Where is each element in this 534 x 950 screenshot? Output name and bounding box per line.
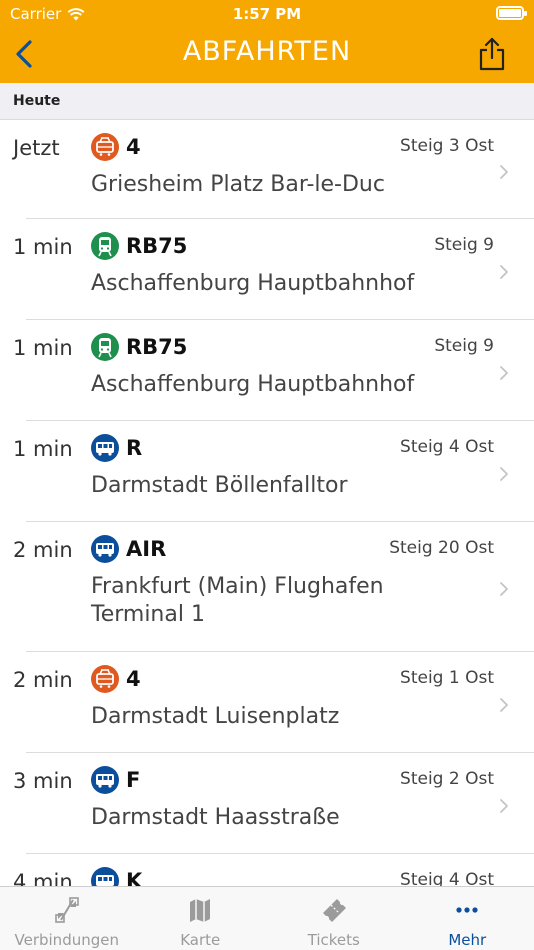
tab-tickets[interactable]: Tickets <box>267 887 401 950</box>
page-title: ABFAHRTEN <box>182 36 352 67</box>
tram-icon <box>91 133 119 161</box>
tram-icon <box>91 665 119 693</box>
platform-label: Steig 1 Ost <box>400 668 494 688</box>
platform-label: Steig 9 <box>434 235 494 255</box>
destination-label: Aschaffenburg Hauptbahnhof <box>91 271 415 296</box>
departure-row[interactable]: 1 min R Steig 4 Ost Darmstadt Böllenfalltor <box>0 421 534 522</box>
tab-verbindungen[interactable]: Verbindungen <box>0 887 134 950</box>
share-button[interactable] <box>478 36 506 72</box>
destination-label: Griesheim Platz Bar-le-Duc <box>91 172 385 197</box>
departure-row[interactable]: 1 min RB75 Steig 9 Aschaffenburg Hauptbahnh… <box>0 219 534 320</box>
chevron-right-icon <box>500 264 508 279</box>
platform-label: Steig 4 Ost <box>400 437 494 457</box>
line-name: K <box>126 869 143 886</box>
chevron-right-icon <box>500 466 508 481</box>
bus-icon <box>91 535 119 563</box>
status-time: 1:57 PM <box>232 5 302 23</box>
departure-time: 1 min <box>13 235 73 259</box>
chevron-right-icon <box>500 164 508 179</box>
ticket-icon <box>322 899 346 922</box>
line-info: F <box>91 766 140 794</box>
chevron-right-icon <box>500 582 508 596</box>
line-name: RB75 <box>126 335 188 359</box>
more-icon <box>456 907 478 913</box>
navigation-bar: Carrier 1:57 PM ABFAHRTEN <box>0 0 534 83</box>
tab-label: Mehr <box>448 931 487 949</box>
line-info: AIR <box>91 535 166 563</box>
tab-karte[interactable]: Karte <box>134 887 268 950</box>
departure-row[interactable]: Jetzt 4 Steig 3 Ost Griesheim Platz Bar-le-… <box>0 120 534 219</box>
line-name: AIR <box>126 537 167 561</box>
destination-label: Darmstadt Böllenfalltor <box>91 473 348 498</box>
bus-icon <box>91 434 119 462</box>
destination-label: Aschaffenburg Hauptbahnhof <box>91 372 415 397</box>
line-info: RB75 <box>91 232 187 260</box>
platform-label: Steig 20 Ost <box>389 538 494 558</box>
departure-row[interactable]: 1 min RB75 Steig 9 Aschaffenburg Hauptbahnh… <box>0 320 534 421</box>
departure-time: 2 min <box>13 538 73 562</box>
departure-row[interactable]: 3 min F Steig 2 Ost Darmstadt Haasstraße <box>0 753 534 854</box>
destination-label: Darmstadt Haasstraße <box>91 805 340 830</box>
platform-label: Steig 3 Ost <box>400 136 494 156</box>
line-info: K <box>91 867 142 886</box>
line-info: RB75 <box>91 333 187 361</box>
tab-label: Karte <box>180 931 221 949</box>
tab-label: Tickets <box>307 931 360 949</box>
departure-list: Jetzt 4 Steig 3 Ost Griesheim Platz Bar-le-… <box>0 120 534 886</box>
chevron-right-icon <box>500 697 508 712</box>
line-name: F <box>126 768 141 792</box>
connections-icon <box>54 897 79 923</box>
platform-label: Steig 9 <box>434 336 494 356</box>
departure-row[interactable]: 4 min K Steig 4 Ost <box>0 854 534 886</box>
bus-icon <box>91 867 119 886</box>
line-info: R <box>91 434 142 462</box>
tab-mehr[interactable]: Mehr <box>401 887 534 950</box>
platform-label: Steig 4 Ost <box>400 870 494 886</box>
departure-time: Jetzt <box>13 136 60 160</box>
tab-label: Verbindungen <box>14 931 119 949</box>
tab-bar: Verbindungen Karte Tickets Mehr <box>0 886 534 950</box>
line-info: 4 <box>91 665 141 693</box>
line-info: 4 <box>91 133 141 161</box>
map-icon <box>190 899 211 922</box>
train-icon <box>91 232 119 260</box>
departure-row[interactable]: 2 min 4 Steig 1 Ost Darmstadt Luisenplatz <box>0 652 534 753</box>
bus-icon <box>91 766 119 794</box>
status-bar: Carrier 1:57 PM <box>0 0 534 28</box>
train-icon <box>91 333 119 361</box>
destination-label: Frankfurt (Main) Flughafen Terminal 1 <box>91 574 384 627</box>
line-name: R <box>126 436 143 460</box>
departure-time: 3 min <box>13 769 73 793</box>
departure-time: 1 min <box>13 336 73 360</box>
section-header-today: Heute <box>0 83 534 120</box>
line-name: RB75 <box>126 234 188 258</box>
departure-time: 4 min <box>13 870 73 886</box>
battery-icon <box>496 6 527 20</box>
line-name: 4 <box>126 667 141 691</box>
departure-time: 2 min <box>13 668 73 692</box>
chevron-right-icon <box>500 365 508 380</box>
destination-label: Darmstadt Luisenplatz <box>91 704 340 729</box>
departure-row[interactable]: 2 min AIR Steig 20 Ost Frankfurt (Main) Flu… <box>0 522 534 652</box>
chevron-right-icon <box>500 798 508 813</box>
platform-label: Steig 2 Ost <box>400 769 494 789</box>
departure-time: 1 min <box>13 437 73 461</box>
line-name: 4 <box>126 135 141 159</box>
